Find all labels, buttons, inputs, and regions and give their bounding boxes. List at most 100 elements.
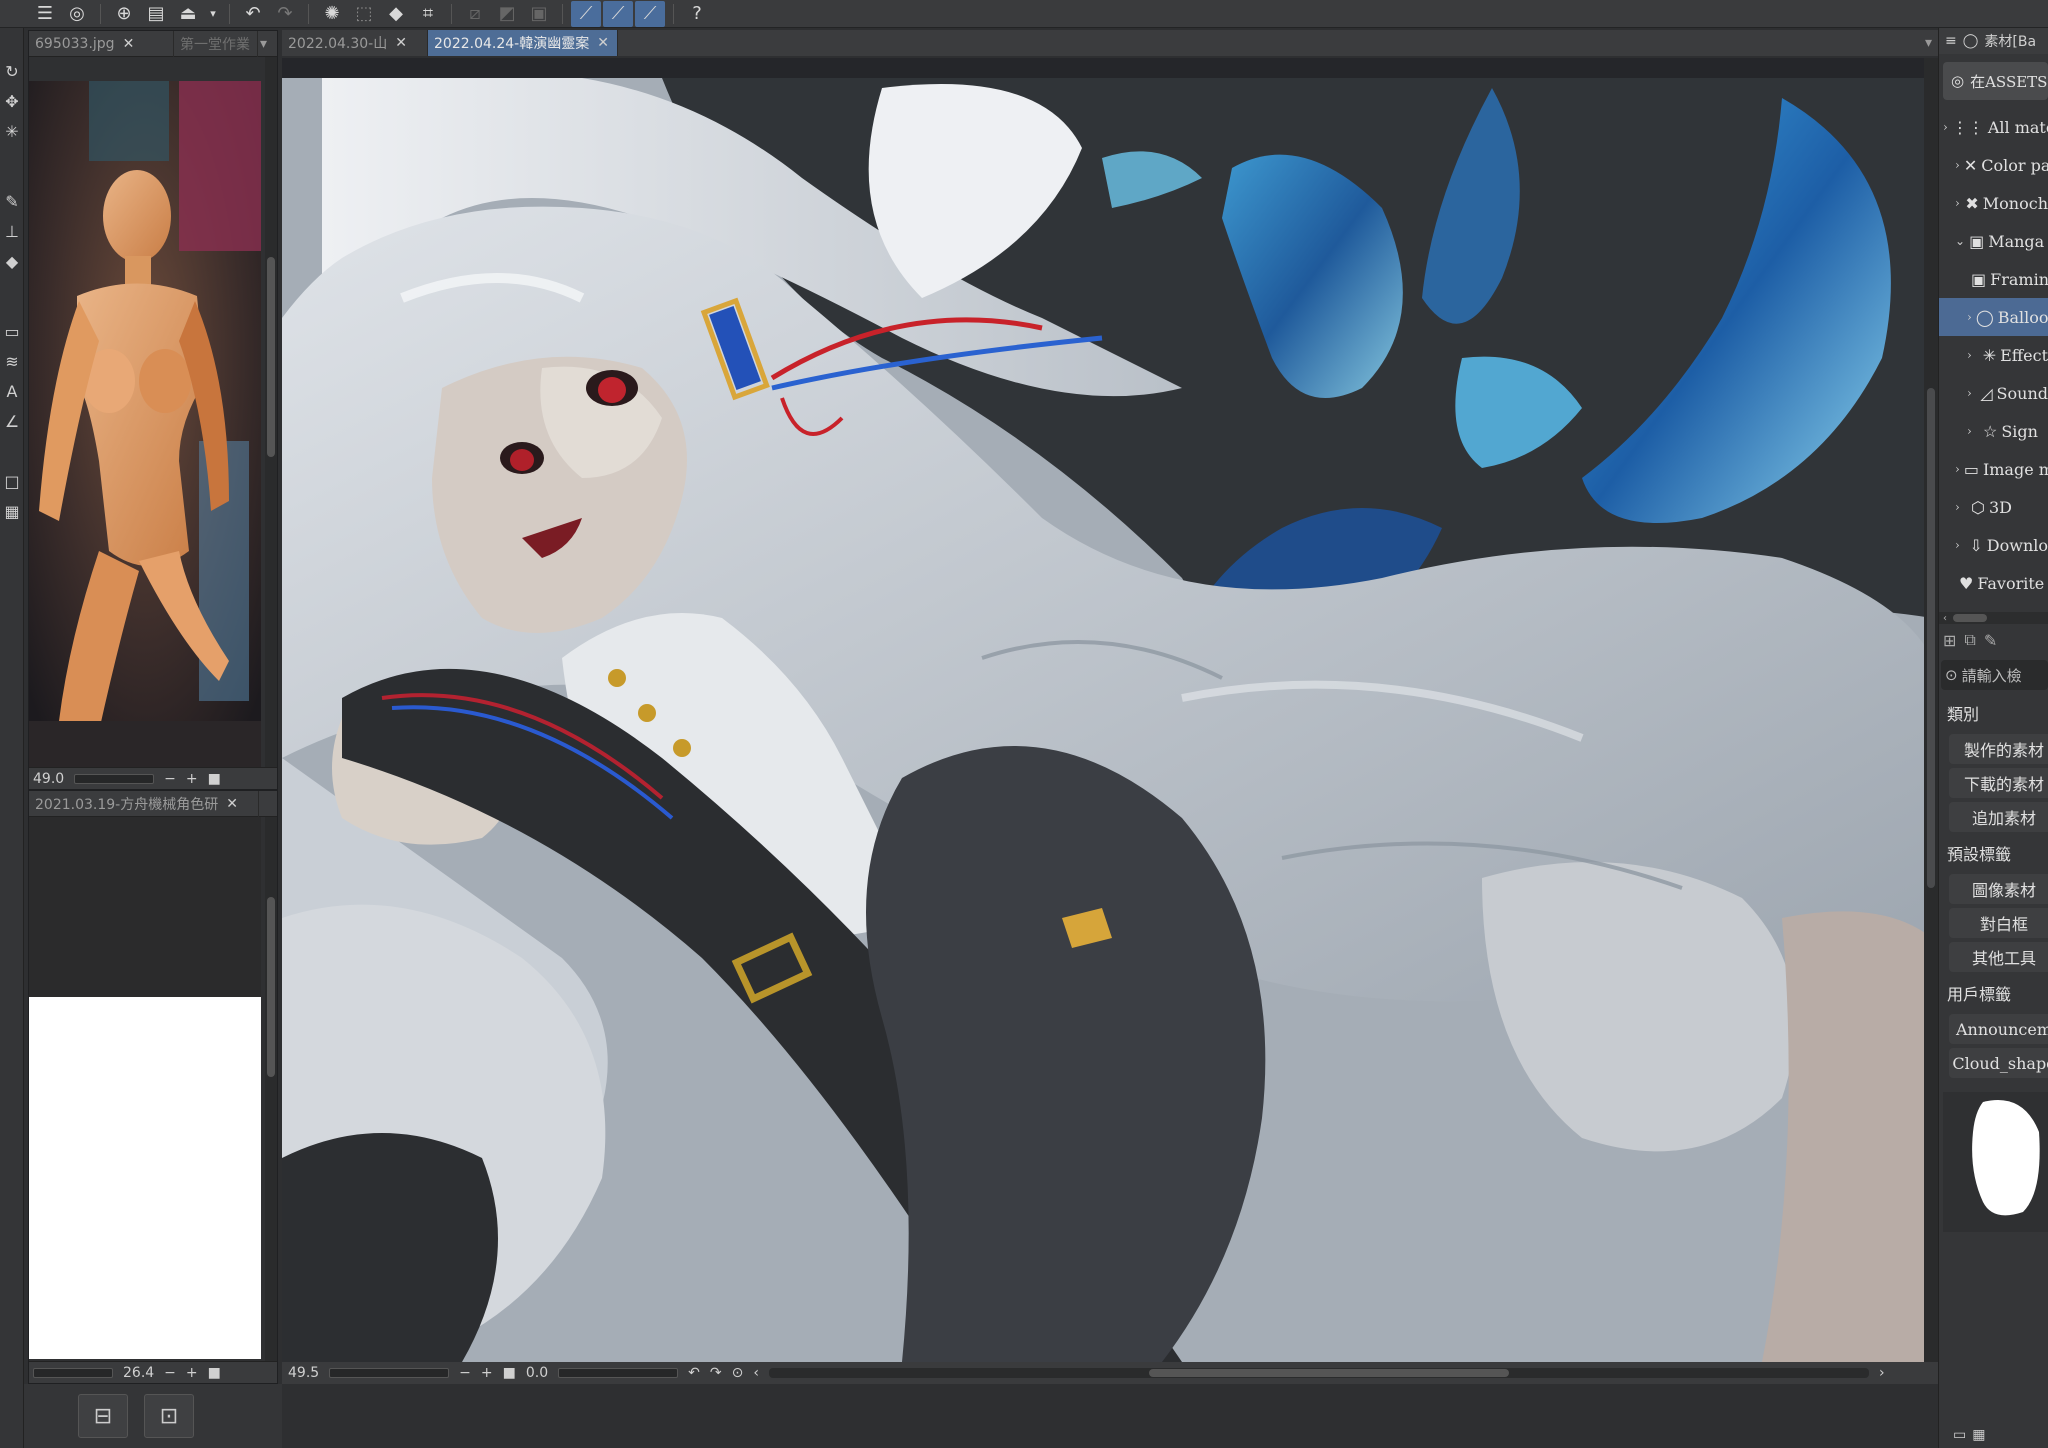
tree-item[interactable]: › ✖ Monoch [1939, 184, 2048, 222]
scrollbar-thumb[interactable] [1148, 1369, 1509, 1377]
zoom-slider[interactable] [33, 1367, 113, 1378]
chevron-right-icon[interactable]: › [1955, 500, 1967, 514]
tree-item[interactable]: › ✳ Effect [1939, 336, 2048, 374]
text-icon[interactable]: A [0, 376, 24, 406]
copy-icon[interactable]: ⧉ [1964, 630, 1975, 650]
reset-rotation-icon[interactable]: ⊙ [732, 1365, 744, 1381]
menu-icon[interactable]: ☰ [30, 1, 60, 27]
help-icon[interactable]: ? [682, 1, 712, 27]
rotate-icon[interactable]: ↻ [0, 56, 24, 86]
chevron-right-icon[interactable]: › [1967, 424, 1979, 438]
zoom-in-icon[interactable]: + [481, 1365, 493, 1381]
tree-item[interactable]: › ◯ Balloo [1939, 298, 2048, 336]
spinner-icon[interactable]: ✺ [317, 1, 347, 27]
grid-view-icon[interactable]: ▦ [1972, 1427, 1985, 1443]
subview-tab[interactable]: 695033.jpg ✕ [29, 30, 174, 57]
tag-downloaded[interactable]: 下載的素材 [1949, 768, 2048, 798]
tree-item[interactable]: › ◿ Sound [1939, 374, 2048, 412]
selection-icon[interactable]: ⬚ [349, 1, 379, 27]
close-icon[interactable]: ✕ [226, 796, 238, 812]
tree-item[interactable]: › ⬡ 3D [1939, 488, 2048, 526]
close-icon[interactable]: ✕ [123, 36, 135, 52]
horizontal-scrollbar[interactable] [768, 1368, 1869, 1378]
rotate-left-icon[interactable]: ↶ [688, 1365, 700, 1381]
tree-item[interactable]: › ☆ Sign [1939, 412, 2048, 450]
tree-item[interactable]: ♥ Favorite [1939, 564, 2048, 602]
scroll-left-icon[interactable]: ‹ [753, 1365, 759, 1381]
chevron-right-icon[interactable]: › [1955, 158, 1960, 172]
chevron-down-icon[interactable]: ▾ [258, 31, 269, 57]
tree-item[interactable]: ▣ Framin [1939, 260, 2048, 298]
tag-created[interactable]: 製作的素材 [1949, 734, 2048, 764]
shape-icon[interactable]: ▭ [0, 316, 24, 346]
assets-button[interactable]: ◎ 在ASSETS [1943, 62, 2048, 100]
fit-icon[interactable]: ■ [208, 1365, 221, 1381]
canvas-vertical-scrollbar[interactable] [1924, 58, 1938, 1362]
zoom-out-icon[interactable]: − [164, 1365, 176, 1381]
chevron-right-icon[interactable]: › [1967, 386, 1976, 400]
fill-icon[interactable]: ◆ [381, 1, 411, 27]
list-view-icon[interactable]: ▭ [1953, 1427, 1966, 1443]
zoom-out-icon[interactable]: − [459, 1365, 471, 1381]
tag-other-tools[interactable]: 其他工具 [1949, 942, 2048, 972]
rotate-right-icon[interactable]: ↷ [710, 1365, 722, 1381]
tree-hscroll[interactable]: ‹ [1939, 612, 2048, 624]
menu-icon[interactable]: ≡ [1945, 33, 1957, 49]
color-swatch-icon[interactable]: □ [0, 466, 24, 496]
dropdown-icon[interactable]: ▾ [205, 1, 221, 27]
tree-item[interactable]: › ⇩ Downlo [1939, 526, 2048, 564]
rotation-slider[interactable] [558, 1368, 679, 1378]
tree-item[interactable]: ›⋮⋮All materi [1939, 108, 2048, 146]
tree-item[interactable]: › ✕ Color pa [1939, 146, 2048, 184]
zoom-in-icon[interactable]: + [186, 1365, 198, 1381]
open-folder-icon[interactable]: ▤ [141, 1, 171, 27]
layers-icon[interactable]: ≋ [0, 346, 24, 376]
transform-icon[interactable]: ⌗ [413, 1, 443, 27]
tree-item[interactable]: › ▭ Image m [1939, 450, 2048, 488]
ruler-icon[interactable]: ⧄ [460, 1, 490, 27]
new-folder-icon[interactable]: ⊞ [1943, 631, 1956, 650]
zoom-slider[interactable] [74, 773, 155, 784]
move-icon[interactable]: ✥ [0, 86, 24, 116]
transparent-color-icon[interactable]: ▦ [0, 496, 24, 526]
ruler3-icon[interactable]: ▣ [524, 1, 554, 27]
chevron-right-icon[interactable]: › [1943, 120, 1948, 134]
pen-stabilizer-icon[interactable]: ⟋ [571, 0, 601, 27]
new-file-icon[interactable]: ⊕ [109, 1, 139, 27]
chevron-down-icon[interactable]: ⌄ [1955, 234, 1965, 248]
scrollbar-thumb[interactable] [267, 257, 275, 457]
fit-icon[interactable]: ■ [503, 1365, 516, 1381]
fit-icon[interactable]: ■ [208, 771, 221, 787]
chevron-right-icon[interactable]: › [1967, 310, 1972, 324]
vertical-scrollbar[interactable] [265, 817, 277, 1361]
scrollbar-thumb[interactable] [1927, 388, 1935, 888]
save-icon[interactable]: ⏏ [173, 1, 203, 27]
subview-tab[interactable]: 第一堂作業 [174, 30, 258, 57]
line-icon[interactable]: ∠ [0, 406, 24, 436]
scrollbar-thumb[interactable] [267, 897, 275, 1077]
close-icon[interactable]: ✕ [597, 35, 609, 51]
ruler2-icon[interactable]: ◩ [492, 1, 522, 27]
scroll-right-icon[interactable]: › [1879, 1365, 1885, 1381]
canvas-viewport[interactable] [282, 58, 1932, 1362]
assets-icon[interactable]: ◎ [62, 1, 92, 27]
zoom-out-icon[interactable]: − [164, 771, 176, 787]
auto-select-icon[interactable]: ✳ [0, 116, 24, 146]
tree-item[interactable]: ⌄ ▣Manga m [1939, 222, 2048, 260]
tag-added[interactable]: 追加素材 [1949, 802, 2048, 832]
tag-cloud-shape[interactable]: Cloud_shape [1949, 1048, 2048, 1078]
chevron-down-icon[interactable]: ▾ [1919, 30, 1938, 56]
tag-dialogue-box[interactable]: 對白框 [1949, 908, 2048, 938]
edit-icon[interactable]: ✎ [1984, 631, 1997, 650]
chevron-right-icon[interactable]: › [1955, 462, 1960, 476]
zoom-in-icon[interactable]: + [186, 771, 198, 787]
search-input[interactable]: ⊙ 請輸入檢 [1941, 660, 2048, 690]
scrollbar-thumb[interactable] [1953, 614, 1987, 622]
close-icon[interactable]: ✕ [395, 35, 407, 51]
stamp-icon[interactable]: ⊥ [0, 216, 24, 246]
chevron-right-icon[interactable]: › [1967, 348, 1979, 362]
chevron-right-icon[interactable]: › [1955, 538, 1965, 552]
canvas-tab-active[interactable]: 2022.04.24-韓演幽靈案 ✕ [428, 30, 618, 56]
tag-image-material[interactable]: 圖像素材 [1949, 874, 2048, 904]
eyedropper-subview-icon[interactable]: ⊡ [144, 1394, 194, 1438]
